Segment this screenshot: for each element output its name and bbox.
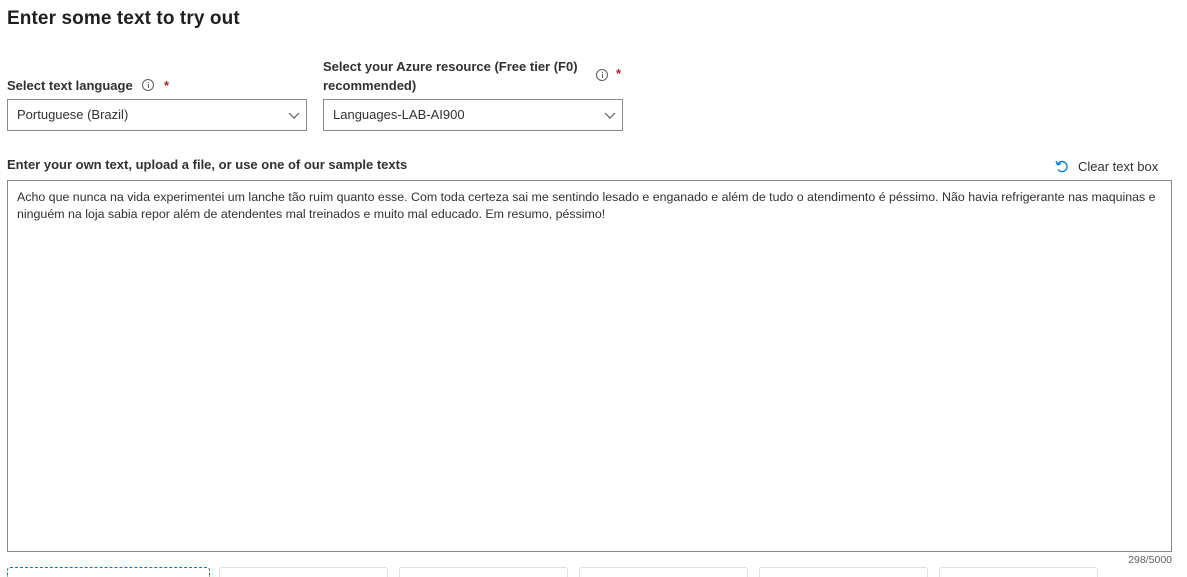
clear-text-button[interactable]: Clear text box bbox=[1054, 157, 1158, 175]
chevron-down-icon bbox=[288, 112, 300, 119]
undo-icon bbox=[1055, 160, 1068, 173]
info-icon[interactable] bbox=[142, 79, 155, 91]
resource-selected-value: Languages-LAB-AI900 bbox=[333, 107, 465, 122]
required-asterisk: * bbox=[163, 78, 170, 93]
text-input-label: Enter your own text, upload a file, or u… bbox=[7, 157, 408, 172]
sample-text-tab[interactable] bbox=[939, 567, 1098, 577]
resource-label: Select your Azure resource (Free tier (F… bbox=[323, 57, 578, 95]
sample-text-tab[interactable] bbox=[759, 567, 928, 577]
resource-label-line1: Select your Azure resource (Free tier (F… bbox=[323, 59, 578, 74]
sample-text-tab[interactable] bbox=[7, 567, 210, 577]
sample-text-tab[interactable] bbox=[579, 567, 748, 577]
text-input-area[interactable]: Acho que nunca na vida experimentei um l… bbox=[7, 180, 1172, 552]
sample-text-tab[interactable] bbox=[399, 567, 568, 577]
resource-label-line2: recommended) bbox=[323, 78, 417, 93]
clear-text-label: Clear text box bbox=[1078, 158, 1159, 174]
resource-dropdown[interactable]: Languages-LAB-AI900 bbox=[323, 99, 623, 131]
page-title: Enter some text to try out bbox=[7, 8, 240, 29]
language-label-row: Select text language * bbox=[7, 76, 169, 95]
language-selected-value: Portuguese (Brazil) bbox=[17, 107, 129, 122]
sample-text-tab[interactable] bbox=[219, 567, 388, 577]
required-asterisk: * bbox=[616, 66, 622, 81]
language-dropdown[interactable]: Portuguese (Brazil) bbox=[7, 99, 307, 131]
language-label: Select text language bbox=[7, 78, 133, 93]
info-icon[interactable] bbox=[596, 69, 608, 81]
chevron-down-icon bbox=[604, 112, 616, 119]
character-counter: 298/5000 bbox=[1128, 554, 1172, 566]
